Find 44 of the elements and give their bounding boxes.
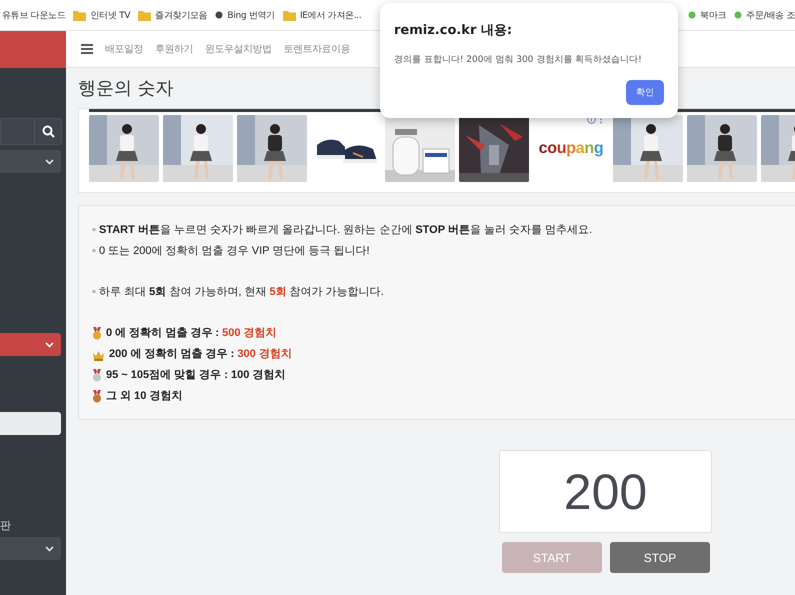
ok-button[interactable]: 확인 xyxy=(626,80,664,105)
bookmark[interactable]: 북마크 xyxy=(688,8,726,22)
menu-icon[interactable] xyxy=(81,44,93,54)
search-field[interactable] xyxy=(0,118,62,145)
nav-link[interactable]: 후원하기 xyxy=(155,42,193,56)
reward-text: 200 에 정확히 멈출 경우 : 300 경험치 xyxy=(109,347,292,362)
sidebar-item[interactable]: 판 xyxy=(0,519,11,533)
crown-icon xyxy=(92,348,105,360)
folder-icon xyxy=(282,10,296,20)
folder-icon xyxy=(73,10,86,20)
medal-icon xyxy=(92,390,102,403)
reward-text: 그 외 10 경험치 xyxy=(106,389,182,404)
medal-icon xyxy=(92,369,102,382)
folder-icon xyxy=(138,10,152,20)
stop-button[interactable]: STOP xyxy=(610,542,710,573)
info-text: ◦ 0 또는 200에 정확히 멈출 경우 VIP 명단에 등극 됩니다! xyxy=(92,244,371,259)
info-text: ◦ START 버튼을 누르면 숫자가 빠르게 올라갑니다. 원하는 순간에 STOP 버튼을 눌러 숫자를 멈추세요. xyxy=(92,223,594,238)
dot-icon xyxy=(688,11,696,19)
dot-icon xyxy=(215,11,224,19)
sidebar-header xyxy=(0,31,66,68)
dialog-title: remiz.co.kr 내용: xyxy=(394,22,514,39)
reward-text: 95 ~ 105점에 맞힐 경우 : 100 경험치 xyxy=(106,368,286,383)
brand-logo[interactable]: coupang xyxy=(538,140,604,158)
bookmark[interactable]: IE에서 가져온... xyxy=(282,8,362,22)
reward-text: 0 에 정확히 멈출 경우 : 500 경험치 xyxy=(106,326,277,341)
nav-link[interactable]: 배포일정 xyxy=(105,42,143,56)
bookmark[interactable]: Bing 번역기 xyxy=(215,8,275,22)
search-icon[interactable] xyxy=(42,125,54,138)
bookmark[interactable]: 인터넷 TV xyxy=(73,8,130,22)
info-text: ◦ 하루 최대 5회 참여 가능하며, 현재 5회 참여가 가능합니다. xyxy=(92,285,385,300)
nav-link[interactable]: 윈도우설치방법 xyxy=(205,42,272,56)
dot-icon xyxy=(734,11,742,19)
chevron-down-icon xyxy=(45,158,54,164)
medal-icon xyxy=(92,327,102,340)
bookmark[interactable]: 즐겨찾기모음 xyxy=(138,8,208,22)
chevron-down-icon xyxy=(45,342,54,348)
bookmark[interactable]: 유튜브 다운노드 xyxy=(2,8,66,22)
sidebar-input[interactable] xyxy=(0,412,61,435)
bookmark[interactable]: 주문/배송 조 xyxy=(734,8,795,22)
nav-link[interactable]: 토렌트자료이용 xyxy=(284,42,350,56)
number-display: 200 xyxy=(499,450,712,533)
chevron-down-icon xyxy=(45,546,54,552)
dialog-message: 경의를 표합니다! 200에 멈춰 300 경험치를 획득하셨습니다! xyxy=(394,54,643,66)
page-title: 행운의 숫자 xyxy=(78,78,174,100)
